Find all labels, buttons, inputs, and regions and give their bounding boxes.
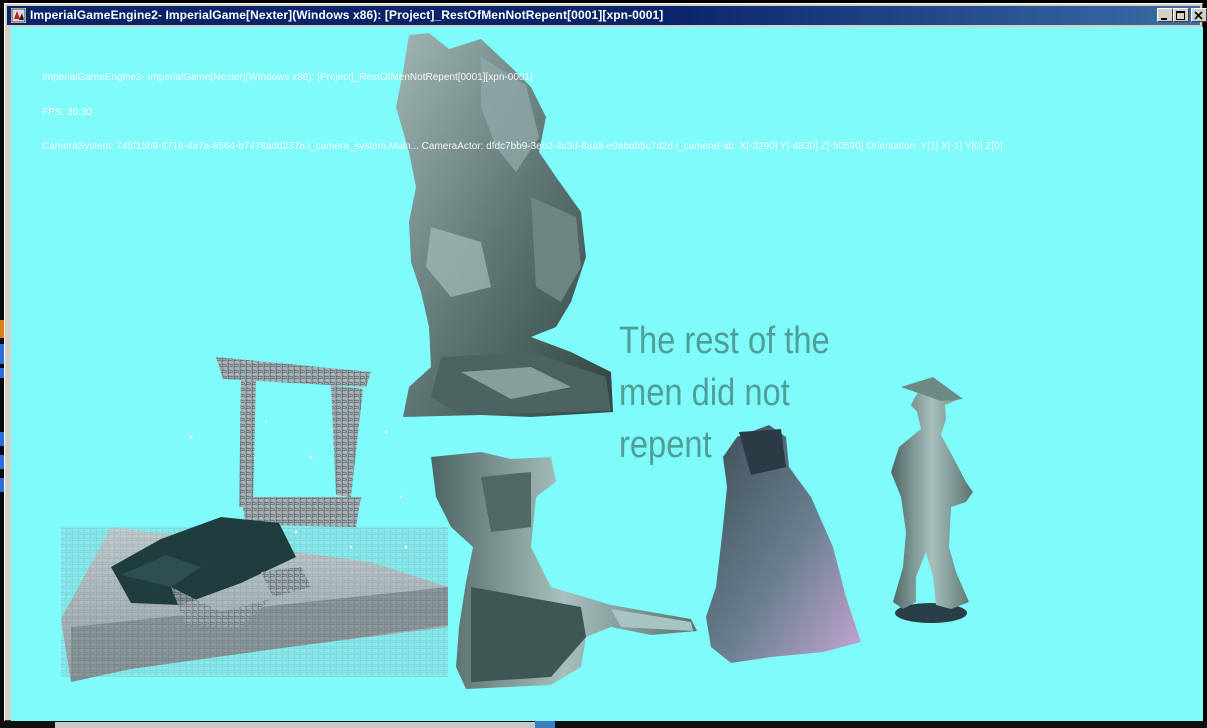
minimize-button[interactable] — [1157, 8, 1173, 22]
caption-line-3: repent — [619, 424, 712, 466]
close-button[interactable] — [1191, 8, 1207, 22]
hud-fps-text: FPS: 30.30 — [42, 107, 93, 118]
ruined-shrine-model — [61, 357, 448, 682]
window-title: ImperialGameEngine2- ImperialGame[Nexter… — [30, 8, 664, 22]
hud-title-text: ImperialGameEngine2- ImperialGame[Nexter… — [42, 72, 533, 83]
scene-caption: The rest of the men did not repent — [619, 315, 843, 471]
taskbar-edge — [0, 721, 1207, 728]
render-viewport[interactable]: ImperialGameEngine2- ImperialGame[Nexter… — [11, 27, 1203, 721]
maximize-icon — [1176, 11, 1185, 20]
scene-canvas — [61, 33, 973, 689]
hud-camera-text: CameraSystem: 745f15b9-6716-4a7a-8564-b7… — [42, 141, 1003, 152]
caption-line-2: men did not — [619, 372, 790, 414]
maximize-button[interactable] — [1173, 8, 1189, 22]
standing-man-statue — [891, 377, 973, 623]
seated-figure-statue — [431, 452, 697, 689]
app-window: ImperialGameEngine2- ImperialGame[Nexter… — [4, 3, 1207, 721]
title-bar[interactable]: ImperialGameEngine2- ImperialGame[Nexter… — [7, 6, 1207, 25]
minimize-icon — [1161, 18, 1167, 20]
caption-line-1: The rest of the — [619, 320, 830, 362]
close-icon — [1194, 11, 1203, 20]
app-icon[interactable] — [11, 8, 26, 23]
angel-warrior-statue — [396, 33, 613, 417]
